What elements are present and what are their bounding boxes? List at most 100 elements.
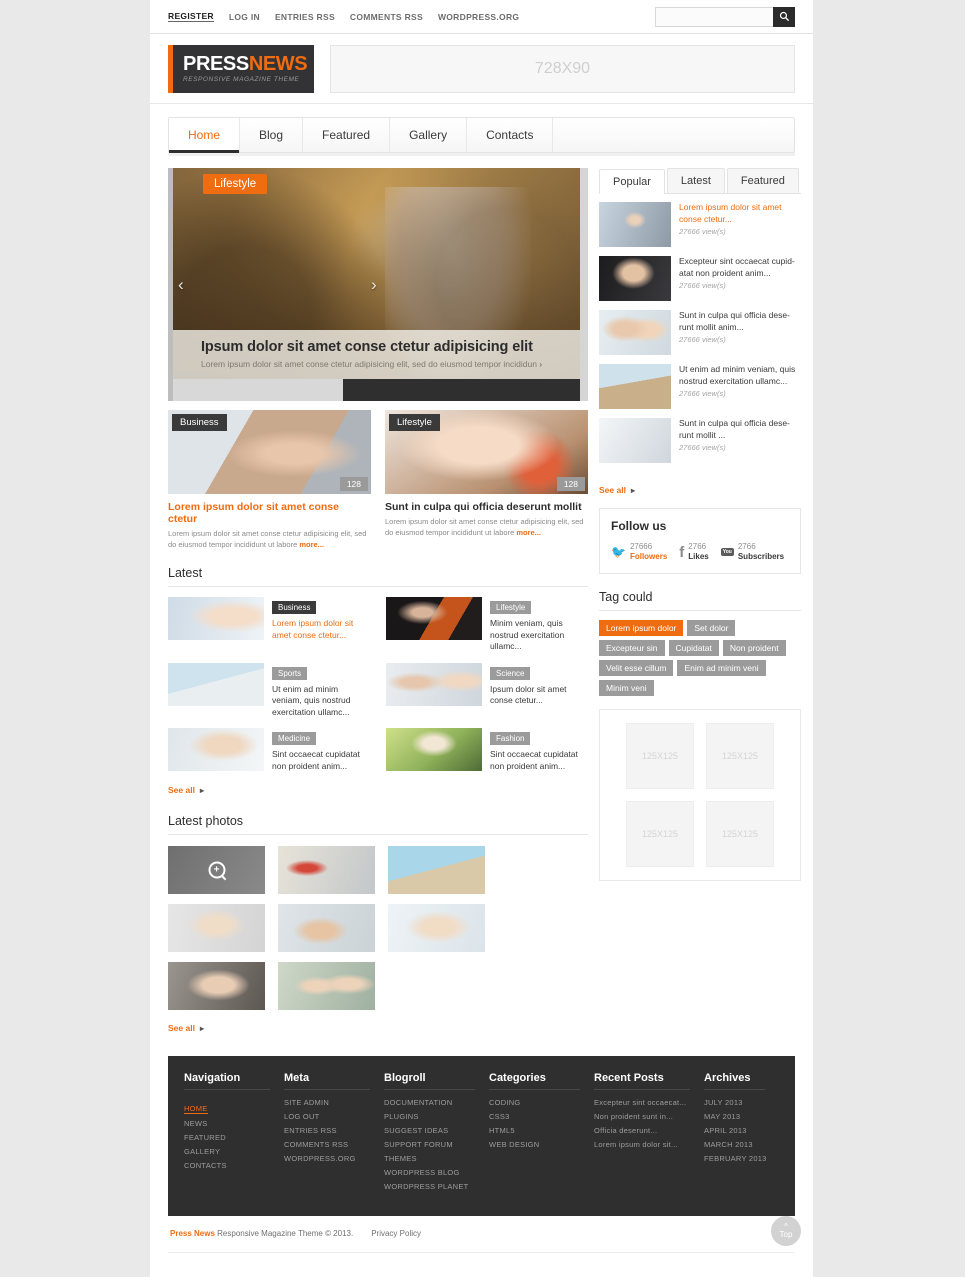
slider-next-icon[interactable]: ›	[371, 276, 574, 293]
slider-title[interactable]: Ipsum dolor sit amet conse ctetur adipis…	[201, 339, 552, 355]
latest-post-thumbnail[interactable]	[386, 662, 482, 706]
sidebar-tab-latest[interactable]: Latest	[666, 168, 725, 193]
featured-post-more-link[interactable]: more...	[299, 540, 324, 549]
popular-post-title[interactable]: Excepteur sint occaecat cupid-atat non p…	[679, 256, 801, 279]
footer-link[interactable]: FEATURED	[184, 1133, 284, 1142]
footer-link[interactable]: CODING	[489, 1098, 594, 1107]
latest-post-title[interactable]: Ipsum dolor sit amet conse ctetur...	[490, 684, 588, 707]
footer-link[interactable]: COMMENTS RSS	[284, 1140, 384, 1149]
tag-item[interactable]: Cupidatat	[668, 640, 719, 656]
footer-link[interactable]: LOG OUT	[284, 1112, 384, 1121]
photo-thumbnail[interactable]: +	[168, 846, 265, 894]
footer-link[interactable]: WEB DESIGN	[489, 1140, 594, 1149]
footer-link[interactable]: CSS3	[489, 1112, 594, 1121]
latest-post-title[interactable]: Sint occaecat cupidatat non proident ani…	[490, 749, 588, 772]
photo-thumbnail[interactable]	[278, 904, 375, 952]
photo-thumbnail[interactable]	[168, 962, 265, 1010]
footer-link[interactable]: WORDPRESS.ORG	[284, 1154, 384, 1163]
latest-post-title[interactable]: Ut enim ad minim veniam, quis nostrud ex…	[272, 684, 370, 719]
latest-post-category-badge[interactable]: Science	[490, 666, 531, 680]
photo-thumbnail[interactable]	[168, 904, 265, 952]
footer-link[interactable]: APRIL 2013	[704, 1126, 779, 1135]
footer-link[interactable]: GALLERY	[184, 1147, 284, 1156]
popular-post-title[interactable]: Ut enim ad minim veniam, quis nostrud ex…	[679, 364, 801, 387]
popular-post-title[interactable]: Lorem ipsum dolor sit amet conse ctetur.…	[679, 202, 801, 225]
footer-link[interactable]: DOCUMENTATION	[384, 1098, 489, 1107]
popular-post-thumbnail[interactable]	[599, 310, 671, 355]
footer-link[interactable]: CONTACTS	[184, 1161, 284, 1170]
popular-post-thumbnail[interactable]	[599, 418, 671, 463]
follow-item-0[interactable]: 🐦 27666 Followers	[611, 542, 667, 562]
search-button[interactable]	[773, 6, 795, 27]
follow-item-1[interactable]: f 2766 Likes	[679, 542, 708, 562]
tag-item[interactable]: Velit esse cillum	[599, 660, 674, 676]
popular-post-thumbnail[interactable]	[599, 202, 671, 247]
popular-post-thumbnail[interactable]	[599, 364, 671, 409]
nav-tab-home[interactable]: Home	[169, 118, 241, 153]
footer-link[interactable]: SUPPORT FORUM	[384, 1140, 489, 1149]
nav-tab-blog[interactable]: Blog	[240, 118, 304, 152]
tag-item[interactable]: Enim ad minim veni	[677, 660, 766, 676]
nav-tab-featured[interactable]: Featured	[303, 118, 391, 152]
latest-post-title[interactable]: Minim veniam, quis nostrud exercitation …	[490, 618, 588, 653]
sidebar-see-all-link[interactable]: See all ▸	[599, 485, 635, 495]
footer-link[interactable]: Non proident sunt in...	[594, 1112, 704, 1121]
footer-link[interactable]: PLUGINS	[384, 1112, 489, 1121]
popular-post-title[interactable]: Sunt in culpa qui officia dese-runt moll…	[679, 418, 801, 441]
photo-thumbnail[interactable]	[388, 904, 485, 952]
latest-post-category-badge[interactable]: Lifestyle	[490, 601, 532, 614]
featured-post-category-badge[interactable]: Lifestyle	[389, 414, 440, 431]
footer-link[interactable]: HOME	[184, 1104, 208, 1114]
back-to-top-button[interactable]: ^ Top	[771, 1216, 801, 1246]
footer-link[interactable]: HTML5	[489, 1126, 594, 1135]
tag-item[interactable]: Excepteur sin	[599, 640, 665, 656]
tag-item[interactable]: Lorem ipsum dolor	[599, 620, 684, 636]
sidebar-ad-0[interactable]: 125X125	[625, 723, 694, 789]
tag-item[interactable]: Non proident	[722, 640, 786, 656]
footer-link[interactable]: ENTRIES RSS	[284, 1126, 384, 1135]
sidebar-tab-popular[interactable]: Popular	[599, 169, 665, 194]
sidebar-ad-3[interactable]: 125X125	[705, 801, 774, 867]
latest-post-thumbnail[interactable]	[168, 728, 264, 771]
site-logo[interactable]: PRESSNEWS RESPONSIVE MAGAZINE THEME	[168, 44, 314, 93]
popular-post-title[interactable]: Sunt in culpa qui officia dese-runt moll…	[679, 310, 801, 333]
footer-link[interactable]: WORDPRESS BLOG	[384, 1168, 489, 1177]
nav-tab-contacts[interactable]: Contacts	[467, 118, 554, 152]
footer-link[interactable]: MARCH 2013	[704, 1140, 779, 1149]
slider-read-more-icon[interactable]: ›	[539, 359, 542, 369]
latest-post-category-badge[interactable]: Business	[272, 601, 317, 614]
footer-link[interactable]: Officia deserunt...	[594, 1126, 704, 1135]
top-nav-link-0[interactable]: REGISTER	[168, 11, 214, 22]
top-nav-link-2[interactable]: ENTRIES RSS	[275, 12, 335, 22]
photo-thumbnail[interactable]	[278, 962, 375, 1010]
photo-thumbnail[interactable]	[278, 846, 375, 894]
top-nav-link-4[interactable]: WORDPRESS.ORG	[438, 12, 519, 22]
latest-post-thumbnail[interactable]	[386, 728, 482, 771]
latest-see-all-link[interactable]: See all ▸	[168, 785, 204, 795]
latest-post-category-badge[interactable]: Medicine	[272, 732, 317, 745]
latest-post-thumbnail[interactable]	[168, 597, 264, 640]
sidebar-tab-featured[interactable]: Featured	[726, 168, 799, 193]
latest-post-title[interactable]: Sint occaecat cupidatat non proident ani…	[272, 749, 370, 772]
footer-link[interactable]: SUGGEST IDEAS	[384, 1126, 489, 1135]
latest-post-thumbnail[interactable]	[386, 597, 482, 640]
nav-tab-gallery[interactable]: Gallery	[390, 118, 468, 152]
latest-post-category-badge[interactable]: Fashion	[490, 732, 531, 745]
sidebar-ad-1[interactable]: 125X125	[705, 723, 774, 789]
photos-see-all-link[interactable]: See all ▸	[168, 1023, 204, 1033]
featured-post-title[interactable]: Lorem ipsum dolor sit amet conse ctetur	[168, 501, 371, 525]
tag-item[interactable]: Set dolor	[687, 620, 736, 636]
footer-link[interactable]: THEMES	[384, 1154, 489, 1163]
featured-post-category-badge[interactable]: Business	[172, 414, 227, 431]
follow-item-2[interactable]: You 2766 Subscribers	[720, 542, 784, 562]
footer-link[interactable]: WORDPRESS PLANET	[384, 1182, 489, 1191]
banner-ad-728x90[interactable]: 728X90	[330, 44, 795, 93]
featured-post-title[interactable]: Sunt in culpa qui officia deserunt molli…	[385, 501, 588, 513]
latest-post-thumbnail[interactable]	[168, 662, 264, 706]
featured-post-more-link[interactable]: more...	[516, 528, 541, 537]
footer-link[interactable]: Lorem ipsum dolor sit...	[594, 1140, 704, 1149]
footer-link[interactable]: SITE ADMIN	[284, 1098, 384, 1107]
tag-item[interactable]: Minim veni	[599, 680, 654, 696]
latest-post-category-badge[interactable]: Sports	[272, 666, 308, 680]
top-nav-link-1[interactable]: LOG IN	[229, 12, 260, 22]
